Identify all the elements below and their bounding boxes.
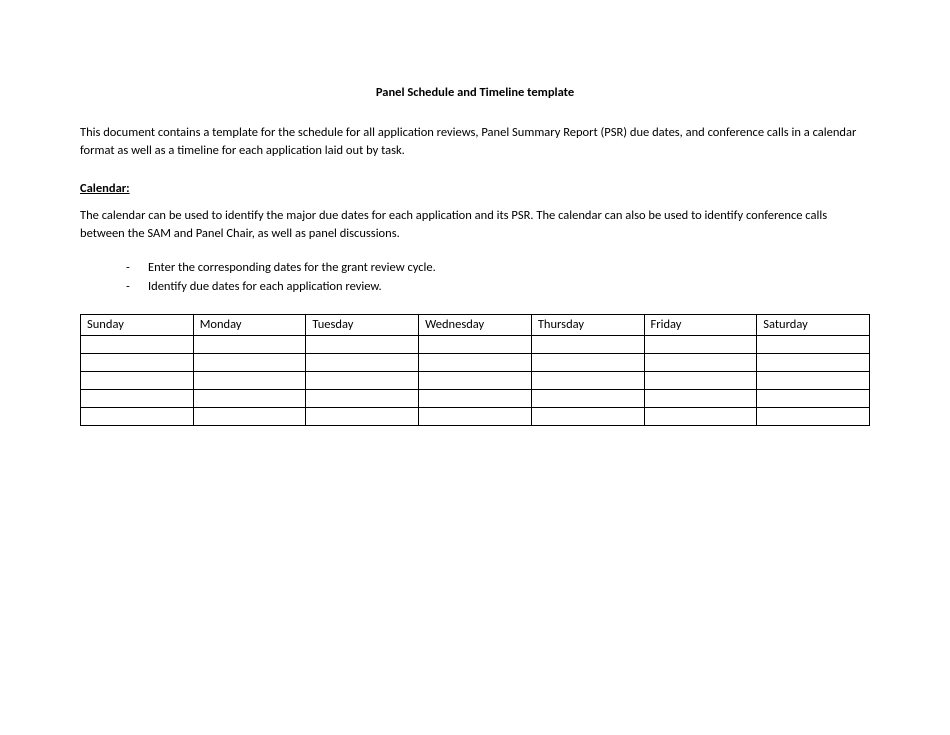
table-row bbox=[81, 407, 870, 425]
table-row bbox=[81, 371, 870, 389]
bullet-text: Enter the corresponding dates for the gr… bbox=[148, 258, 436, 277]
cell bbox=[757, 389, 870, 407]
cell bbox=[644, 407, 757, 425]
cell bbox=[193, 389, 306, 407]
dash-icon: - bbox=[126, 258, 148, 277]
bullet-list: - Enter the corresponding dates for the … bbox=[126, 258, 870, 297]
cell bbox=[531, 335, 644, 353]
cell bbox=[644, 335, 757, 353]
cell bbox=[193, 407, 306, 425]
table-row bbox=[81, 389, 870, 407]
cell bbox=[531, 371, 644, 389]
col-tuesday: Tuesday bbox=[306, 315, 419, 336]
cell bbox=[757, 407, 870, 425]
cell bbox=[81, 353, 194, 371]
cell bbox=[757, 353, 870, 371]
calendar-table: Sunday Monday Tuesday Wednesday Thursday… bbox=[80, 314, 870, 426]
col-wednesday: Wednesday bbox=[419, 315, 532, 336]
bullet-text: Identify due dates for each application … bbox=[148, 277, 382, 296]
col-monday: Monday bbox=[193, 315, 306, 336]
cell bbox=[306, 335, 419, 353]
cell bbox=[419, 371, 532, 389]
cell bbox=[531, 389, 644, 407]
table-row bbox=[81, 335, 870, 353]
cell bbox=[419, 407, 532, 425]
cell bbox=[193, 335, 306, 353]
cell bbox=[531, 353, 644, 371]
cell bbox=[644, 353, 757, 371]
cell bbox=[644, 371, 757, 389]
cell bbox=[306, 353, 419, 371]
cell bbox=[419, 389, 532, 407]
cell bbox=[81, 389, 194, 407]
col-thursday: Thursday bbox=[531, 315, 644, 336]
cell bbox=[306, 407, 419, 425]
col-sunday: Sunday bbox=[81, 315, 194, 336]
cell bbox=[306, 371, 419, 389]
cell bbox=[81, 335, 194, 353]
list-item: - Enter the corresponding dates for the … bbox=[126, 258, 870, 277]
list-item: - Identify due dates for each applicatio… bbox=[126, 277, 870, 296]
cell bbox=[644, 389, 757, 407]
col-friday: Friday bbox=[644, 315, 757, 336]
cell bbox=[419, 335, 532, 353]
table-header-row: Sunday Monday Tuesday Wednesday Thursday… bbox=[81, 315, 870, 336]
cell bbox=[306, 389, 419, 407]
cell bbox=[193, 353, 306, 371]
cell bbox=[81, 407, 194, 425]
cell bbox=[193, 371, 306, 389]
intro-paragraph: This document contains a template for th… bbox=[80, 124, 870, 160]
cell bbox=[81, 371, 194, 389]
dash-icon: - bbox=[126, 277, 148, 296]
cell bbox=[419, 353, 532, 371]
page-title: Panel Schedule and Timeline template bbox=[80, 84, 870, 102]
calendar-description: The calendar can be used to identify the… bbox=[80, 207, 870, 243]
table-row bbox=[81, 353, 870, 371]
col-saturday: Saturday bbox=[757, 315, 870, 336]
cell bbox=[757, 335, 870, 353]
calendar-heading: Calendar: bbox=[80, 180, 870, 198]
cell bbox=[531, 407, 644, 425]
cell bbox=[757, 371, 870, 389]
